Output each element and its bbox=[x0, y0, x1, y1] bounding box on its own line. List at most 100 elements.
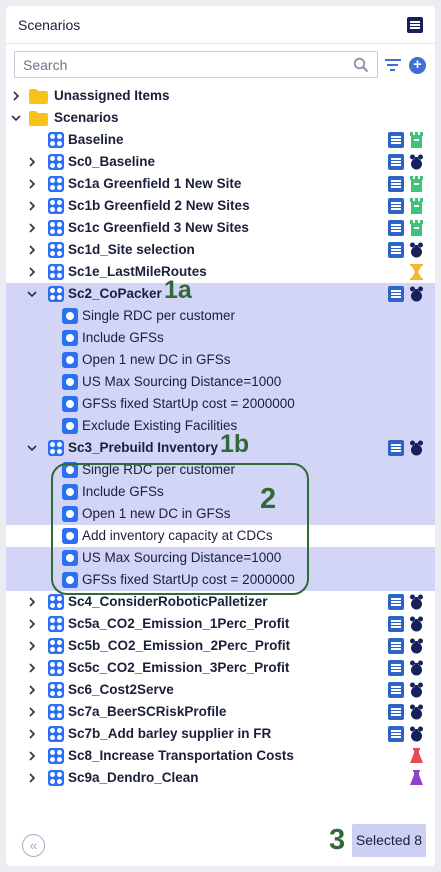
scenario-label: Sc8_Increase Transportation Costs bbox=[68, 748, 294, 763]
navy-bomb-icon bbox=[410, 594, 423, 610]
scenario-row[interactable]: Sc2_CoPacker 1a bbox=[6, 276, 435, 305]
document-icon[interactable] bbox=[388, 440, 404, 456]
chevron-down-icon[interactable] bbox=[10, 112, 22, 124]
chevron-right-icon[interactable] bbox=[26, 750, 38, 762]
document-icon[interactable] bbox=[388, 594, 404, 610]
search-box[interactable] bbox=[14, 51, 378, 78]
navy-bomb-icon bbox=[410, 440, 423, 456]
scenario-label: Sc1b Greenfield 2 New Sites bbox=[68, 198, 250, 213]
scenario-icon bbox=[48, 682, 64, 698]
scenario-item-icon bbox=[62, 506, 78, 522]
document-icon[interactable] bbox=[388, 132, 404, 148]
scenario-item-label: Single RDC per customer bbox=[82, 462, 236, 477]
chevron-right-icon[interactable] bbox=[26, 200, 38, 212]
scenario-item-row[interactable]: US Max Sourcing Distance=1000 bbox=[6, 371, 435, 393]
scenario-row[interactable]: Sc5c_CO2_Emission_3Perc_Profit bbox=[6, 657, 435, 679]
scenario-icon bbox=[48, 704, 64, 720]
scenario-icon bbox=[48, 242, 64, 258]
double-chevron-left-icon[interactable]: « bbox=[22, 834, 45, 857]
add-scenario-button[interactable]: + bbox=[409, 57, 426, 74]
scenario-icon bbox=[48, 770, 64, 786]
search-icon[interactable] bbox=[353, 57, 369, 73]
chevron-right-icon[interactable] bbox=[26, 596, 38, 608]
scenario-label: Sc5c_CO2_Emission_3Perc_Profit bbox=[68, 660, 290, 675]
document-icon[interactable] bbox=[388, 176, 404, 192]
document-icon[interactable] bbox=[388, 220, 404, 236]
scenario-item-row[interactable]: GFSs fixed StartUp cost = 2000000 bbox=[6, 569, 435, 591]
sort-filter-icon[interactable] bbox=[384, 56, 402, 74]
chevron-right-icon[interactable] bbox=[26, 244, 38, 256]
scenario-row[interactable]: Sc1d_Site selection bbox=[6, 239, 435, 261]
document-icon[interactable] bbox=[388, 638, 404, 654]
chevron-right-icon[interactable] bbox=[10, 90, 22, 102]
scenario-label: Baseline bbox=[68, 132, 124, 147]
chevron-right-icon[interactable] bbox=[26, 266, 38, 278]
scenario-icon bbox=[48, 594, 64, 610]
chevron-down-icon[interactable] bbox=[26, 442, 38, 454]
document-icon[interactable] bbox=[388, 198, 404, 214]
scenario-item-row[interactable]: US Max Sourcing Distance=1000 bbox=[6, 547, 435, 569]
document-icon[interactable] bbox=[388, 660, 404, 676]
chevron-right-icon[interactable] bbox=[26, 222, 38, 234]
scenario-row[interactable]: Sc6_Cost2Serve bbox=[6, 679, 435, 701]
document-icon[interactable] bbox=[388, 704, 404, 720]
scenario-item-row[interactable]: Open 1 new DC in GFSs bbox=[6, 503, 435, 525]
scenario-item-row[interactable]: Open 1 new DC in GFSs bbox=[6, 349, 435, 371]
document-icon[interactable] bbox=[388, 682, 404, 698]
scenario-label: Sc3_Prebuild Inventory bbox=[68, 440, 219, 455]
scenario-row[interactable]: Sc1a Greenfield 1 New Site bbox=[6, 173, 435, 195]
scenario-item-row[interactable]: GFSs fixed StartUp cost = 2000000 bbox=[6, 393, 435, 415]
scenario-icon bbox=[48, 176, 64, 192]
document-icon[interactable] bbox=[388, 286, 404, 302]
green-tower-icon bbox=[410, 132, 423, 148]
scenario-icon bbox=[48, 440, 64, 456]
navy-bomb-icon bbox=[410, 616, 423, 632]
scenario-row[interactable]: Sc0_Baseline bbox=[6, 151, 435, 173]
scenario-item-row[interactable]: Include GFSs bbox=[6, 327, 435, 349]
chevron-right-icon[interactable] bbox=[26, 684, 38, 696]
scenarios-panel: Scenarios + Unassigned Items Scenarios Bas… bbox=[6, 6, 435, 866]
scenario-row[interactable]: Sc9a_Dendro_Clean bbox=[6, 767, 435, 789]
scenario-label: Sc2_CoPacker bbox=[68, 286, 162, 301]
chevron-right-icon[interactable] bbox=[26, 728, 38, 740]
scenario-row[interactable]: Sc1e_LastMileRoutes bbox=[6, 261, 435, 283]
scenario-row[interactable]: Baseline bbox=[6, 129, 435, 151]
scenario-item-icon bbox=[62, 484, 78, 500]
folder-row[interactable]: Scenarios bbox=[6, 107, 435, 129]
scenario-item-label: US Max Sourcing Distance=1000 bbox=[82, 550, 282, 565]
list-view-icon[interactable] bbox=[407, 17, 423, 33]
chevron-right-icon[interactable] bbox=[26, 640, 38, 652]
chevron-down-icon[interactable] bbox=[26, 288, 38, 300]
scenario-item-row[interactable]: Single RDC per customer bbox=[6, 305, 435, 327]
scenario-row[interactable]: Sc5a_CO2_Emission_1Perc_Profit bbox=[6, 613, 435, 635]
search-input[interactable] bbox=[15, 52, 335, 77]
chevron-right-icon[interactable] bbox=[26, 706, 38, 718]
scenario-row[interactable]: Sc1b Greenfield 2 New Sites bbox=[6, 195, 435, 217]
chevron-right-icon[interactable] bbox=[26, 662, 38, 674]
scenario-row[interactable]: Sc5b_CO2_Emission_2Perc_Profit bbox=[6, 635, 435, 657]
chevron-right-icon[interactable] bbox=[26, 618, 38, 630]
document-icon[interactable] bbox=[388, 242, 404, 258]
document-icon[interactable] bbox=[388, 616, 404, 632]
folder-row[interactable]: Unassigned Items bbox=[6, 85, 435, 107]
scenario-row[interactable]: Sc1c Greenfield 3 New Sites bbox=[6, 217, 435, 239]
chevron-right-icon[interactable] bbox=[26, 772, 38, 784]
scenario-row[interactable]: Sc7b_Add barley supplier in FR bbox=[6, 723, 435, 745]
scenario-item-row[interactable]: Include GFSs bbox=[6, 481, 435, 503]
selected-count-button[interactable]: Selected 8 bbox=[352, 824, 426, 857]
panel-title: Scenarios bbox=[18, 17, 81, 33]
scenario-row[interactable]: Sc4_ConsiderRoboticPalletizer bbox=[6, 591, 435, 613]
scenario-row[interactable]: Sc8_Increase Transportation Costs bbox=[6, 745, 435, 767]
scenario-icon bbox=[48, 132, 64, 148]
scenario-item-row[interactable]: Single RDC per customer bbox=[6, 459, 435, 481]
scenario-item-row[interactable]: Add inventory capacity at CDCs bbox=[6, 525, 435, 547]
chevron-right-icon[interactable] bbox=[26, 156, 38, 168]
document-icon[interactable] bbox=[388, 154, 404, 170]
red-flask-icon bbox=[410, 748, 423, 763]
chevron-right-icon[interactable] bbox=[26, 178, 38, 190]
scenario-row[interactable]: Sc3_Prebuild Inventory 1b bbox=[6, 430, 435, 459]
scenario-row[interactable]: Sc7a_BeerSCRiskProfile bbox=[6, 701, 435, 723]
scenario-icon bbox=[48, 264, 64, 280]
document-icon[interactable] bbox=[388, 726, 404, 742]
scenario-item-icon bbox=[62, 308, 78, 324]
